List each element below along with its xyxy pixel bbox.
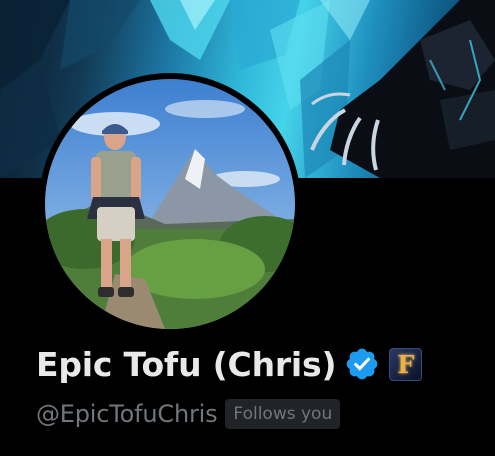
follows-you-badge: Follows you [225,399,341,429]
profile-header: Epic Tofu (Chris) F @EpicTofuChris Follo… [0,0,495,456]
handle-row: @EpicTofuChris Follows you [36,396,341,432]
profile-avatar[interactable] [39,73,301,335]
avatar-photo [45,79,295,329]
display-name: Epic Tofu (Chris) [36,344,337,384]
display-name-row: Epic Tofu (Chris) F [36,338,423,390]
fortnite-affiliate-icon[interactable]: F [389,347,423,381]
verified-badge-icon[interactable] [344,346,380,382]
profile-handle: @EpicTofuChris [36,400,218,428]
